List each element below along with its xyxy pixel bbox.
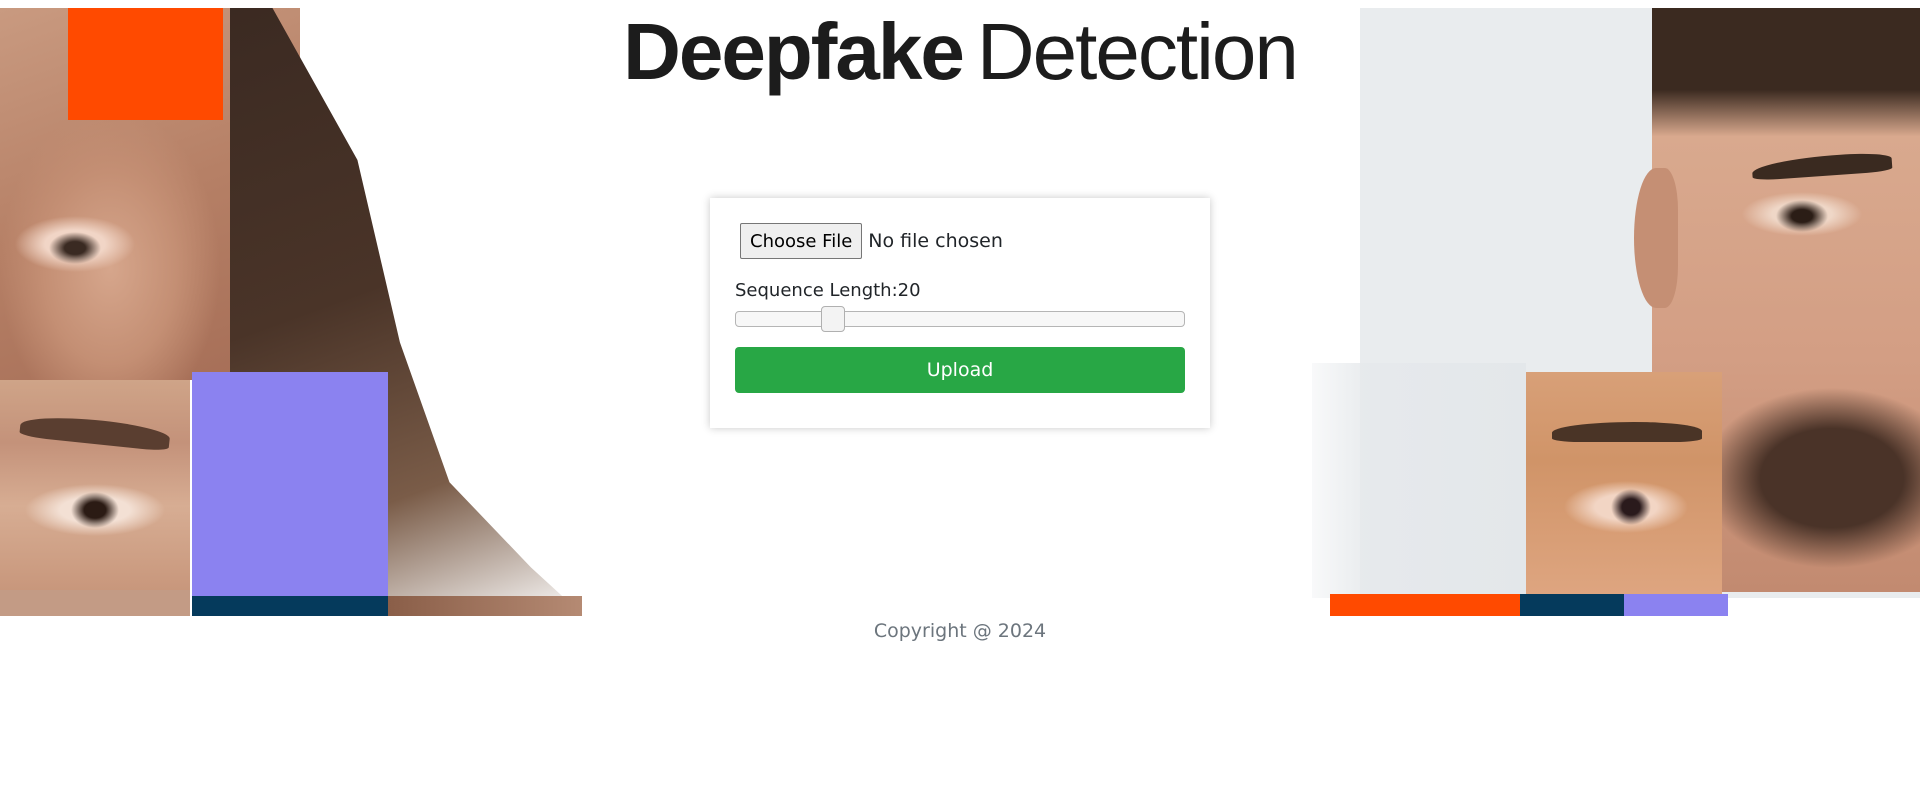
slider-thumb[interactable] bbox=[821, 306, 845, 332]
tan-block bbox=[0, 590, 190, 616]
choose-file-button[interactable]: Choose File bbox=[740, 223, 863, 259]
eye-tile-image bbox=[0, 380, 190, 590]
file-status-text: No file chosen bbox=[868, 230, 1003, 252]
file-input-row: Choose File No file chosen bbox=[735, 223, 1185, 259]
left-face-collage bbox=[0, 8, 584, 616]
page-title: Deepfake Detection bbox=[0, 6, 1920, 98]
right-face-collage bbox=[1312, 8, 1920, 616]
upload-button[interactable]: Upload bbox=[735, 347, 1185, 393]
navy-block bbox=[1520, 594, 1624, 616]
footer-copyright: Copyright @ 2024 bbox=[873, 620, 1047, 642]
sequence-length-text: Sequence Length: bbox=[735, 280, 898, 301]
purple-block bbox=[1624, 594, 1728, 616]
man-ear-shape bbox=[1634, 168, 1678, 308]
title-light-word: Detection bbox=[976, 7, 1299, 96]
gray-tile bbox=[1312, 363, 1526, 598]
title-bold-word: Deepfake bbox=[623, 7, 965, 96]
eyebrow-shape bbox=[1552, 422, 1702, 442]
navy-block bbox=[192, 596, 388, 616]
eye-tile-image bbox=[1526, 372, 1722, 594]
sequence-length-slider[interactable] bbox=[735, 306, 1185, 332]
sequence-length-label: Sequence Length:20 bbox=[735, 279, 1185, 303]
page: Deepfake Detection Choose File No file ch… bbox=[0, 0, 1920, 787]
brown-block bbox=[388, 596, 582, 616]
purple-block bbox=[192, 372, 388, 596]
upload-form-card: Choose File No file chosen Sequence Leng… bbox=[710, 198, 1210, 428]
sequence-length-value: 20 bbox=[897, 280, 921, 301]
orange-block bbox=[1330, 594, 1520, 616]
